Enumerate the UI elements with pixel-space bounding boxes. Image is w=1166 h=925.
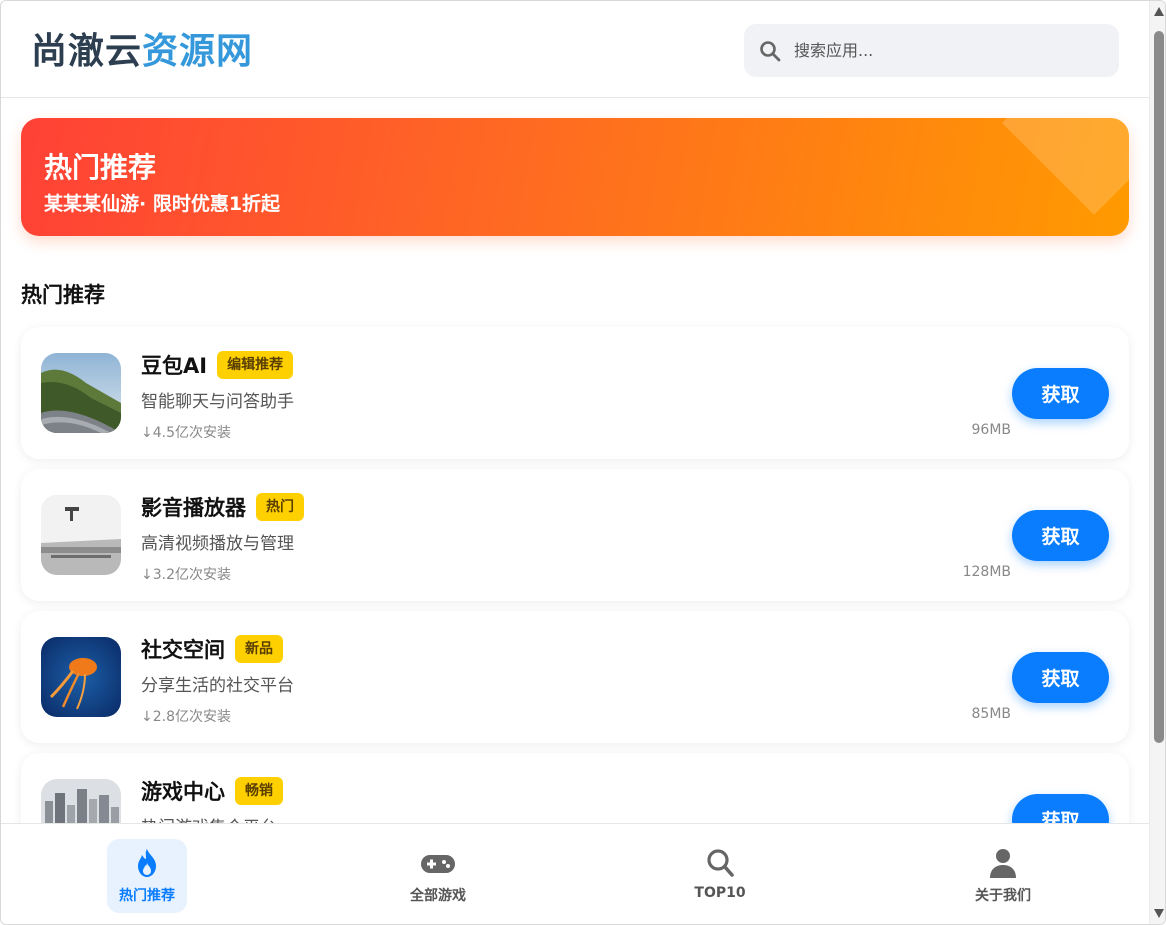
app-name: 豆包AI 编辑推荐 — [141, 351, 294, 381]
search-box[interactable] — [744, 24, 1119, 77]
banner-title: 热门推荐 — [44, 151, 157, 184]
fire-icon — [138, 849, 156, 877]
nav-label: 关于我们 — [975, 888, 1031, 904]
app-name-text: 游戏中心 — [141, 780, 225, 804]
app-window: 尚澈云资源网 热门推荐 某某某仙游· 限时优惠1折起 热门推荐 — [0, 0, 1166, 925]
app-name: 社交空间 新品 — [141, 635, 283, 665]
nav-item-games[interactable]: 全部游戏 — [398, 839, 478, 913]
app-name: 游戏中心 畅销 — [141, 777, 283, 807]
app-badge: 编辑推荐 — [217, 351, 294, 379]
logo-text-blue: 资源网 — [142, 31, 254, 72]
banner-decoration — [1002, 118, 1129, 215]
scrollbar[interactable] — [1149, 1, 1165, 924]
logo-text-dark: 尚澈云 — [31, 31, 143, 72]
app-name-text: 豆包AI — [141, 354, 208, 378]
search-input[interactable] — [794, 24, 1104, 77]
app-installs: ↓4.5亿次安装 — [141, 425, 231, 441]
app-card[interactable]: 游戏中心畅销 热门游戏集合平台 获取 — [21, 753, 1129, 823]
app-thumbnail — [41, 779, 121, 823]
app-name: 影音播放器 热门 — [141, 493, 304, 523]
nav-label: 全部游戏 — [410, 888, 466, 904]
app-description: 分享生活的社交平台 — [141, 676, 294, 696]
get-button[interactable]: 获取 — [1012, 794, 1109, 823]
app-description: 高清视频播放与管理 — [141, 534, 294, 554]
get-button[interactable]: 获取 — [1012, 510, 1109, 561]
bottom-nav: 热门推荐 全部游戏 TOP10 关于我们 — [1, 823, 1149, 924]
scroll-up-arrow-icon[interactable] — [1154, 7, 1164, 16]
app-size: 85MB — [971, 706, 1012, 722]
app-thumbnail — [41, 637, 121, 717]
search-icon — [760, 41, 781, 62]
app-badge: 畅销 — [235, 777, 283, 805]
main-content: 热门推荐 某某某仙游· 限时优惠1折起 热门推荐 豆包AI 编辑推荐 智能聊天与问… — [1, 98, 1149, 823]
app-badge: 热门 — [256, 493, 304, 521]
app-card[interactable]: 影音播放器 热门 高清视频播放与管理 ↓3.2亿次安装 128MB 获取 — [21, 469, 1129, 601]
get-button[interactable]: 获取 — [1012, 652, 1109, 703]
app-thumbnail — [41, 495, 121, 575]
banner-subtitle: 某某某仙游· 限时优惠1折起 — [44, 193, 281, 215]
app-size: 96MB — [971, 422, 1012, 438]
app-description: 智能聊天与问答助手 — [141, 392, 294, 412]
app-card[interactable]: 社交空间 新品 分享生活的社交平台 ↓2.8亿次安装 85MB 获取 — [21, 611, 1129, 743]
nav-item-top10[interactable]: TOP10 — [680, 839, 760, 913]
app-name-text: 影音播放器 — [141, 496, 246, 520]
app-thumbnail — [41, 353, 121, 433]
gamepad-icon — [421, 855, 455, 873]
app-installs: ↓3.2亿次安装 — [141, 567, 231, 583]
app-badge: 新品 — [235, 635, 283, 663]
scroll-thumb[interactable] — [1154, 31, 1164, 743]
user-icon — [990, 849, 1016, 878]
app-size: 128MB — [962, 564, 1011, 580]
app-name-text: 社交空间 — [141, 638, 225, 662]
get-button[interactable]: 获取 — [1012, 368, 1109, 419]
nav-item-about[interactable]: 关于我们 — [963, 839, 1043, 913]
app-description: 热门游戏集合平台 — [141, 813, 277, 823]
site-logo[interactable]: 尚澈云资源网 — [31, 27, 253, 77]
nav-label: 热门推荐 — [119, 888, 175, 904]
nav-item-hot[interactable]: 热门推荐 — [107, 839, 187, 913]
header: 尚澈云资源网 — [1, 1, 1149, 98]
app-card[interactable]: 豆包AI 编辑推荐 智能聊天与问答助手 ↓4.5亿次安装 96MB 获取 — [21, 327, 1129, 459]
nav-label: TOP10 — [694, 885, 746, 901]
section-title: 热门推荐 — [21, 283, 105, 307]
app-installs: ↓2.8亿次安装 — [141, 709, 231, 725]
promo-banner[interactable]: 热门推荐 某某某仙游· 限时优惠1折起 — [21, 118, 1129, 236]
scroll-down-arrow-icon[interactable] — [1154, 909, 1164, 918]
search-icon — [707, 849, 734, 877]
